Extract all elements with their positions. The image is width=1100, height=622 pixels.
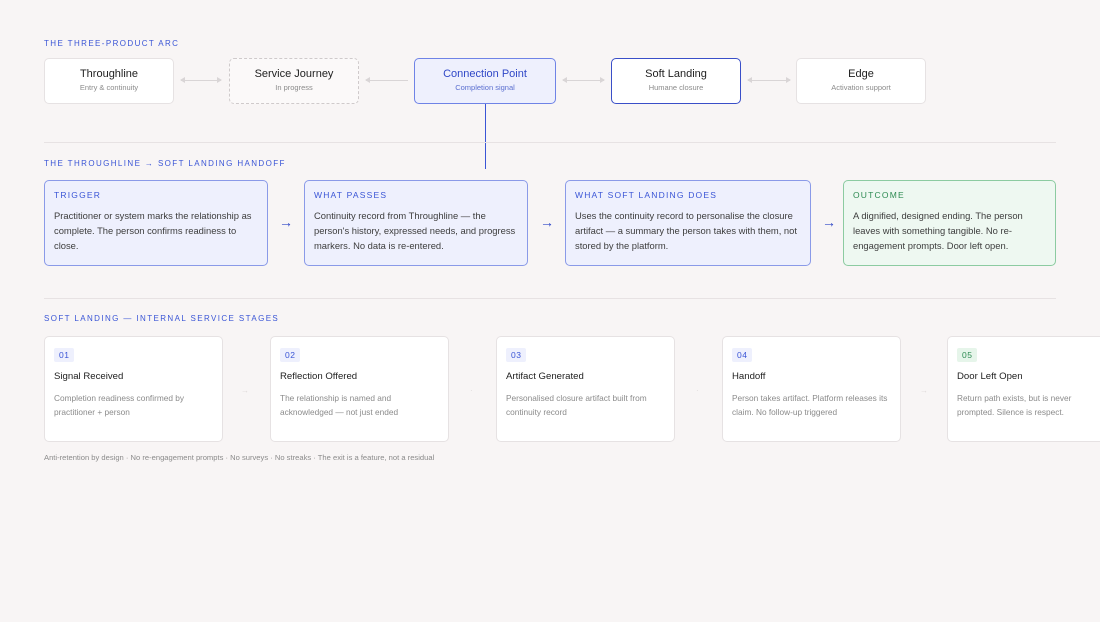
handoff-section-label: THE THROUGHLINE → SOFT LANDING HANDOFF: [44, 159, 286, 168]
handoff-card-body: Uses the continuity record to personalis…: [575, 210, 797, 251]
stage-number-badge: 04: [732, 348, 753, 362]
handoff-card-outcome: OUTCOME A dignified, designed ending. Th…: [843, 180, 1056, 266]
stage-title: Reflection Offered: [280, 371, 358, 382]
connector-line: [485, 104, 486, 169]
stage-number-badge: 05: [957, 348, 978, 362]
arc-section-label: THE THREE-PRODUCT ARC: [44, 39, 180, 48]
arc-card-title: Edge: [848, 68, 874, 80]
section-divider: [44, 298, 1056, 299]
stage-separator-icon: ·: [470, 386, 473, 395]
arc-card-connection-point[interactable]: Connection Point Completion signal: [414, 58, 556, 104]
stage-card-artifact-generated: 03 Artifact Generated Personalised closu…: [496, 336, 675, 442]
handoff-card-trigger: TRIGGER Practitioner or system marks the…: [44, 180, 268, 266]
bidirectional-arrow-icon: [180, 77, 222, 83]
stage-description: Personalised closure artifact built from…: [506, 393, 647, 417]
stage-number-badge: 03: [506, 348, 527, 362]
stage-separator-icon: →: [920, 386, 928, 395]
stage-card-reflection-offered: 02 Reflection Offered The relationship i…: [270, 336, 449, 442]
handoff-card-heading: WHAT SOFT LANDING DOES: [575, 190, 718, 200]
handoff-card-what-passes: WHAT PASSES Continuity record from Throu…: [304, 180, 528, 266]
handoff-card-body: Practitioner or system marks the relatio…: [54, 210, 252, 251]
arc-card-subtitle: Entry & continuity: [79, 83, 139, 92]
arc-card-title: Connection Point: [443, 68, 527, 80]
right-arrow-icon: →: [822, 214, 836, 230]
arc-card-title: Soft Landing: [645, 68, 707, 80]
arc-card-subtitle: Humane closure: [648, 83, 704, 92]
arc-card-subtitle: In progress: [275, 83, 313, 92]
arc-card-subtitle: Completion signal: [455, 83, 515, 92]
arc-card-edge[interactable]: Edge Activation support: [796, 58, 926, 104]
arc-card-title: Throughline: [79, 68, 139, 80]
arc-card-title: Service Journey: [254, 68, 334, 80]
stage-description: Return path exists, but is never prompte…: [957, 393, 1072, 417]
stage-title: Artifact Generated: [506, 371, 584, 382]
bidirectional-arrow-icon: [747, 77, 791, 83]
stage-title: Signal Received: [54, 371, 124, 382]
stage-description: Person takes artifact. Platform releases…: [732, 393, 888, 417]
bidirectional-arrow-icon: [562, 77, 605, 83]
arc-card-throughline[interactable]: Throughline Entry & continuity: [44, 58, 174, 104]
stage-title: Handoff: [732, 371, 766, 382]
arc-card-soft-landing[interactable]: Soft Landing Humane closure: [611, 58, 741, 104]
handoff-card-body: A dignified, designed ending. The person…: [853, 210, 1023, 251]
right-arrow-icon: →: [540, 214, 554, 230]
section-divider: [44, 142, 1056, 143]
handoff-card-heading: WHAT PASSES: [314, 190, 388, 200]
arc-card-subtitle: Activation support: [831, 83, 891, 92]
stage-description: Completion readiness confirmed by practi…: [54, 393, 185, 417]
stage-separator-icon: ·: [696, 386, 699, 395]
arc-card-service-journey[interactable]: Service Journey In progress: [229, 58, 359, 104]
stages-section-label: SOFT LANDING — INTERNAL SERVICE STAGES: [44, 314, 280, 323]
stage-separator-icon: →: [241, 386, 249, 395]
handoff-card-what-soft-landing-does: WHAT SOFT LANDING DOES Uses the continui…: [565, 180, 811, 266]
right-arrow-icon: →: [279, 214, 293, 230]
footnote: Anti-retention by design · No re-engagem…: [44, 453, 435, 462]
handoff-card-body: Continuity record from Throughline — the…: [314, 210, 516, 251]
stage-card-signal-received: 01 Signal Received Completion readiness …: [44, 336, 223, 442]
stage-number-badge: 01: [54, 348, 75, 362]
stage-number-badge: 02: [280, 348, 301, 362]
stage-title: Door Left Open: [957, 371, 1023, 382]
stage-description: The relationship is named and acknowledg…: [280, 393, 399, 417]
handoff-card-heading: OUTCOME: [853, 190, 905, 200]
handoff-card-heading: TRIGGER: [54, 190, 102, 200]
left-arrow-icon: [365, 77, 408, 83]
stage-card-handoff: 04 Handoff Person takes artifact. Platfo…: [722, 336, 901, 442]
stage-card-door-left-open: 05 Door Left Open Return path exists, bu…: [947, 336, 1100, 442]
